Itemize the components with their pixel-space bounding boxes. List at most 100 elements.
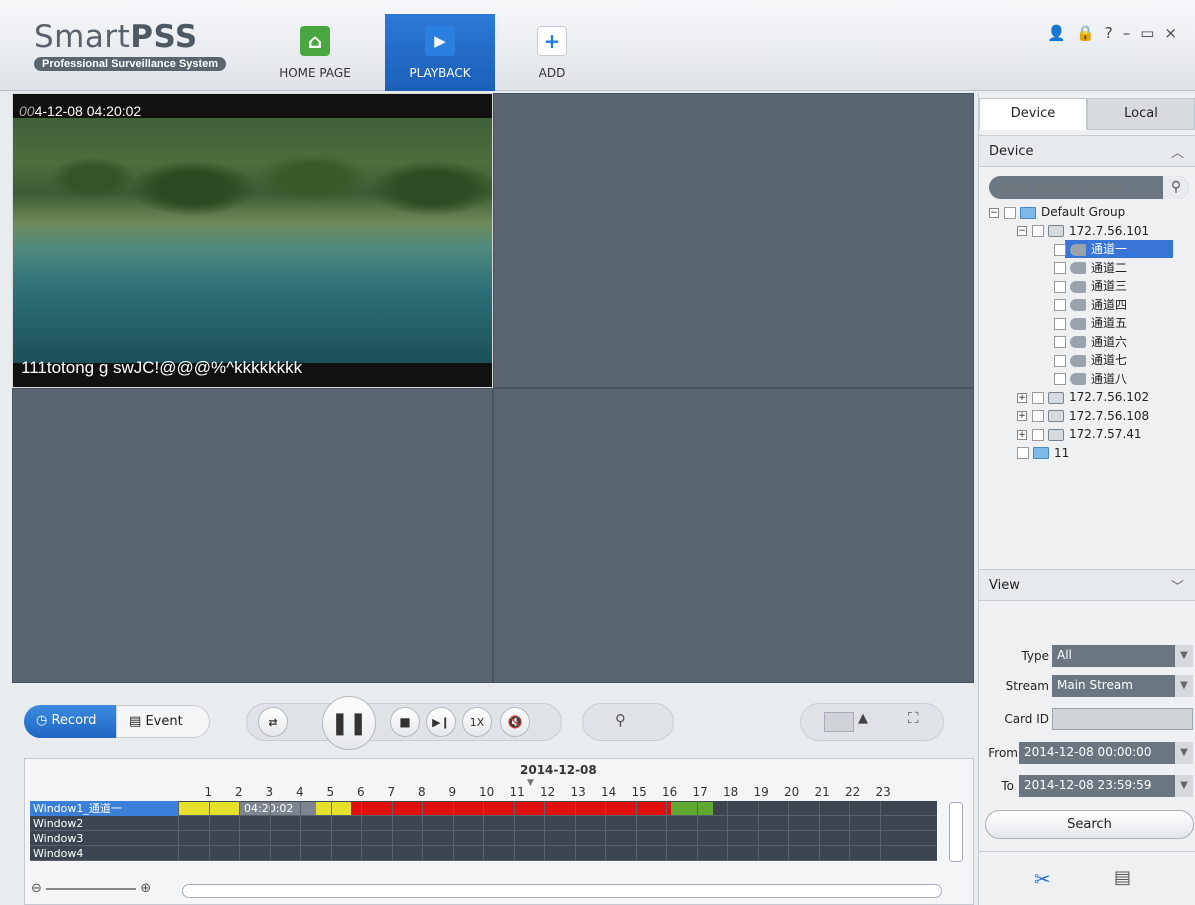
speed-button[interactable]: 1X [462, 707, 492, 737]
search-icon[interactable]: ⚲ [1163, 176, 1189, 199]
checkbox[interactable] [1054, 336, 1066, 348]
tree-node-label: 通道五 [1091, 316, 1128, 330]
dropdown-arrow-icon[interactable]: ▼ [1175, 645, 1193, 667]
close-icon[interactable]: × [1164, 24, 1187, 42]
minimize-icon[interactable]: – [1123, 24, 1141, 42]
sync-play-button[interactable]: ⇄ [258, 707, 288, 737]
zoom-slider[interactable] [46, 887, 137, 890]
tree-node-device-41[interactable]: +172.7.57.41 [989, 425, 1189, 444]
timeline-hour-label: 3 [265, 785, 274, 799]
fullscreen-icon[interactable]: ⛶ [908, 709, 919, 727]
expand-icon[interactable]: + [1017, 429, 1027, 440]
smart-search-icon[interactable]: ⚲ [615, 711, 626, 729]
timeline-grid-line [178, 846, 179, 861]
checkbox[interactable] [1054, 280, 1066, 293]
device-section-label: Device [989, 144, 1034, 159]
zoom-out-icon[interactable]: ⊖ [31, 881, 42, 896]
export-icon[interactable]: ▤ [1114, 867, 1131, 888]
scissors-icon[interactable]: ✂ [1034, 867, 1051, 891]
split-layout-icon[interactable] [824, 712, 854, 732]
checkbox[interactable] [1032, 410, 1044, 422]
collapse-icon[interactable]: − [989, 207, 999, 218]
dropdown-arrow-icon[interactable]: ▼ [1175, 742, 1193, 764]
tree-node-channel-3[interactable]: 通道三 [989, 277, 1189, 296]
tree-node-device-108[interactable]: +172.7.56.108 [989, 407, 1189, 426]
timeline-horizontal-scrollbar[interactable] [182, 884, 942, 898]
timeline-hour-label: 14 [601, 785, 617, 799]
tree-node-channel-6[interactable]: 通道六 [989, 333, 1189, 352]
checkbox[interactable] [1054, 373, 1066, 385]
tab-local[interactable]: Local [1087, 98, 1195, 130]
timeline-vertical-scrollbar[interactable] [949, 802, 963, 862]
timeline-grid-line [330, 816, 332, 831]
tree-node-device-101[interactable]: − 172.7.56.101 [989, 222, 1189, 241]
view-section-header[interactable]: View ﹀ [979, 569, 1195, 601]
record-tab[interactable]: ◷ Record [24, 705, 116, 738]
expand-icon[interactable]: + [1017, 411, 1027, 421]
timeline-row-4[interactable]: Window4 [30, 846, 937, 861]
stop-button[interactable]: ■ [390, 707, 420, 737]
video-pane-3[interactable] [12, 388, 493, 683]
checkbox[interactable] [1054, 354, 1066, 367]
checkbox[interactable] [1054, 299, 1066, 311]
tree-node-label: 172.7.57.41 [1069, 427, 1142, 441]
tree-node-device-102[interactable]: +172.7.56.102 [989, 388, 1189, 407]
stream-select[interactable]: Main Stream [1052, 675, 1175, 697]
type-select[interactable]: All [1052, 645, 1175, 667]
card-id-input[interactable] [1052, 708, 1193, 730]
checkbox[interactable] [1032, 428, 1044, 441]
nav-home-button[interactable]: ⌂ HOME PAGE [260, 14, 370, 91]
tree-node-channel-7[interactable]: 通道七 [989, 351, 1189, 370]
user-icon[interactable]: 👤 [1047, 24, 1076, 42]
checkbox[interactable] [1054, 317, 1066, 330]
timeline-row-1[interactable]: Window1_通道一 04:20:02 [30, 801, 937, 816]
search-input[interactable] [995, 178, 1155, 197]
layout-dropdown-icon[interactable]: ▲ [858, 711, 868, 726]
timeline-grid-line [239, 831, 240, 846]
nav-add-button[interactable]: + ADD [497, 14, 607, 91]
dropdown-arrow-icon[interactable]: ▼ [1175, 775, 1193, 797]
tree-node-channel-1[interactable]: 通道一 [989, 240, 1189, 259]
speed-label: 1X [469, 715, 485, 729]
tree-node-default-group[interactable]: − Default Group [989, 203, 1189, 222]
from-datetime[interactable]: 2014-12-08 00:00:00 [1019, 742, 1175, 764]
to-datetime[interactable]: 2014-12-08 23:59:59 [1019, 775, 1175, 797]
expand-icon[interactable]: + [1017, 392, 1027, 403]
event-tab[interactable]: ▤ Event [116, 705, 210, 738]
checkbox[interactable] [1032, 225, 1044, 237]
tree-node-folder-11[interactable]: 11 [989, 444, 1189, 463]
video-pane-2[interactable] [493, 93, 974, 388]
mute-button[interactable]: 🔇 [500, 707, 530, 737]
pause-button[interactable]: ❚❚ [322, 696, 376, 750]
tree-node-channel-4[interactable]: 通道四 [989, 296, 1189, 315]
video-pane-4[interactable] [493, 388, 974, 683]
timeline-row-2[interactable]: Window2 [30, 816, 937, 831]
device-section-header[interactable]: Device ︿ [979, 135, 1195, 167]
timeline-grid-line [879, 801, 881, 816]
record-segment-motion [671, 802, 713, 815]
checkbox[interactable] [1032, 391, 1044, 404]
time-cursor-marker: ▼ [527, 778, 534, 788]
video-pane-1[interactable]: 004-12-08 04:20:02 111totong g swJC!@@@%… [12, 93, 493, 388]
timeline-grid-line [178, 831, 179, 846]
timeline-grid-line [818, 846, 820, 861]
timeline-row-3[interactable]: Window3 [30, 831, 937, 846]
checkbox[interactable] [1054, 243, 1066, 256]
collapse-icon[interactable]: − [1017, 226, 1027, 236]
checkbox[interactable] [1004, 206, 1016, 219]
tree-node-channel-8[interactable]: 通道八 [989, 370, 1189, 389]
search-button[interactable]: Search [985, 810, 1194, 839]
zoom-in-icon[interactable]: ⊕ [140, 881, 151, 896]
checkbox[interactable] [1054, 262, 1066, 274]
tree-node-channel-5[interactable]: 通道五 [989, 314, 1189, 333]
record-label: Record [51, 713, 97, 728]
checkbox[interactable] [1017, 447, 1029, 459]
help-icon[interactable]: ? [1105, 24, 1123, 42]
nav-playback-button[interactable]: ▶ PLAYBACK [385, 14, 495, 91]
tree-node-channel-2[interactable]: 通道二 [989, 259, 1189, 278]
maximize-icon[interactable]: ▭ [1140, 24, 1164, 42]
next-frame-button[interactable]: ▶❙ [426, 707, 456, 737]
dropdown-arrow-icon[interactable]: ▼ [1175, 675, 1193, 697]
lock-icon[interactable]: 🔒 [1076, 24, 1105, 42]
tab-device[interactable]: Device [979, 98, 1087, 130]
